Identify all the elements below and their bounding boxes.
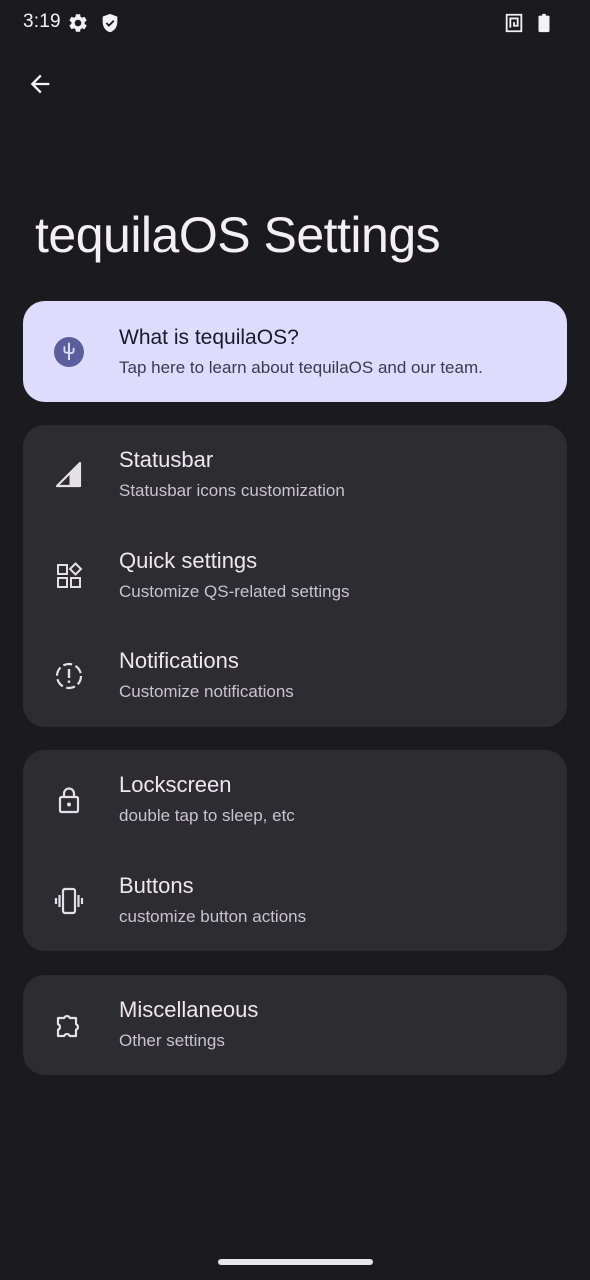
item-title: Lockscreen (119, 772, 232, 797)
battery-icon (533, 12, 555, 34)
item-title: Miscellaneous (119, 997, 259, 1022)
signal-icon (51, 457, 87, 493)
item-summary: Customize QS-related settings (119, 582, 350, 601)
lock-icon (51, 782, 87, 818)
item-notifications[interactable]: Notifications Customize notifications (23, 626, 567, 726)
gear-icon (67, 12, 89, 34)
settings-group-1: Statusbar Statusbar icons customization … (23, 425, 567, 727)
item-summary: customize button actions (119, 907, 307, 926)
about-card[interactable]: What is tequilaOS? Tap here to learn abo… (23, 301, 567, 402)
puzzle-icon (51, 1007, 87, 1043)
about-title: What is tequilaOS? (119, 326, 299, 349)
item-title: Buttons (119, 873, 194, 898)
cactus-icon (51, 334, 87, 370)
item-buttons[interactable]: Buttons customize button actions (23, 851, 567, 951)
item-title: Quick settings (119, 548, 258, 573)
item-lockscreen[interactable]: Lockscreen double tap to sleep, etc (23, 750, 567, 850)
item-summary: Other settings (119, 1031, 225, 1050)
item-summary: Statusbar icons customization (119, 481, 345, 500)
shield-icon (99, 12, 121, 34)
settings-screen: 3:19 tequilaOS Settings What is tequilaO… (0, 0, 590, 1280)
notification-alert-icon (51, 658, 87, 694)
status-time: 3:19 (23, 11, 61, 32)
item-miscellaneous[interactable]: Miscellaneous Other settings (23, 975, 567, 1075)
item-title: Statusbar (119, 447, 214, 472)
item-statusbar[interactable]: Statusbar Statusbar icons customization (23, 425, 567, 525)
settings-group-3: Miscellaneous Other settings (23, 975, 567, 1075)
back-button[interactable] (18, 62, 62, 106)
status-bar: 3:19 (0, 0, 590, 46)
item-summary: Customize notifications (119, 682, 294, 701)
about-summary: Tap here to learn about tequilaOS and ou… (119, 358, 483, 377)
item-summary: double tap to sleep, etc (119, 806, 295, 825)
page-title: tequilaOS Settings (35, 207, 441, 263)
settings-group-2: Lockscreen double tap to sleep, etc Butt… (23, 750, 567, 951)
item-quick-settings[interactable]: Quick settings Customize QS-related sett… (23, 526, 567, 626)
gesture-nav-handle[interactable] (218, 1259, 373, 1265)
about-row[interactable]: What is tequilaOS? Tap here to learn abo… (23, 301, 567, 402)
quick-settings-icon (51, 558, 87, 594)
nfc-icon (503, 12, 525, 34)
item-title: Notifications (119, 648, 239, 673)
vibrate-phone-icon (51, 883, 87, 919)
back-arrow-icon (30, 74, 50, 94)
